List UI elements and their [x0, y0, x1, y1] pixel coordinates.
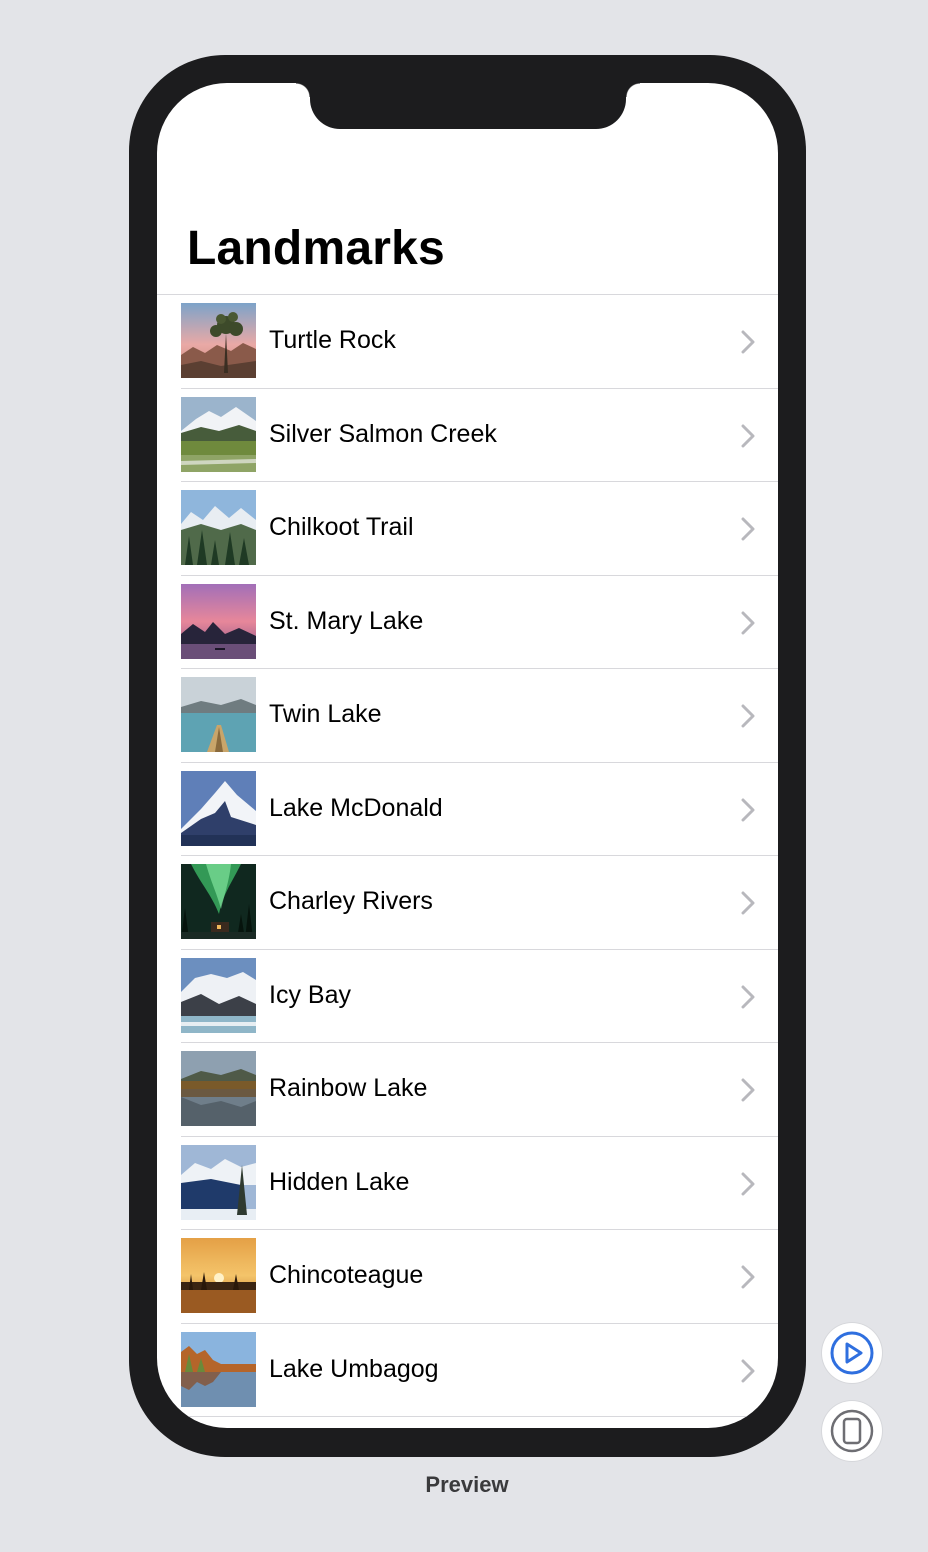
landmark-row-silver-salmon-creek[interactable]: Silver Salmon Creek [157, 389, 778, 483]
landmark-row-twin-lake[interactable]: Twin Lake [157, 669, 778, 763]
landmark-thumbnail [181, 770, 256, 846]
landmark-list: Turtle Rock Silver Salmon Creek Chilkoot… [157, 294, 778, 1417]
chevron-right-icon [741, 424, 755, 447]
preview-label: Preview [425, 1472, 509, 1497]
play-circle-icon [830, 1331, 874, 1375]
landmark-name: Chilkoot Trail [269, 513, 414, 541]
chevron-right-icon [741, 798, 755, 821]
landmark-row-hidden-lake[interactable]: Hidden Lake [157, 1137, 778, 1231]
preview-canvas: Landmarks Turtle Rock Silver Salmon Cree… [0, 0, 928, 1552]
landmark-row-rainbow-lake[interactable]: Rainbow Lake [157, 1043, 778, 1137]
landmark-thumbnail [181, 303, 256, 378]
landmark-name: Charley Rivers [269, 887, 433, 915]
landmark-row-turtle-rock[interactable]: Turtle Rock [157, 295, 778, 389]
chevron-right-icon [741, 517, 755, 541]
landmark-thumbnail [181, 1051, 256, 1126]
landmark-name: Twin Lake [269, 700, 382, 728]
landmark-thumbnail [181, 864, 256, 939]
landmark-name: Turtle Rock [269, 326, 396, 354]
chevron-right-icon [741, 611, 755, 634]
navigation-title: Landmarks [187, 222, 445, 275]
landmark-name: Chincoteague [269, 1261, 424, 1289]
landmark-name: Lake McDonald [269, 793, 443, 822]
chevron-right-icon [741, 1078, 755, 1102]
iphone-device-frame: Landmarks Turtle Rock Silver Salmon Cree… [129, 55, 806, 1457]
iphone-icon [830, 1409, 874, 1453]
landmark-name: Lake Umbagog [269, 1354, 439, 1383]
landmark-thumbnail [181, 957, 256, 1033]
landmark-thumbnail [181, 1144, 256, 1220]
device-settings-button[interactable] [822, 1401, 882, 1461]
landmark-row-icy-bay[interactable]: Icy Bay [157, 950, 778, 1044]
chevron-right-icon [741, 891, 755, 915]
landmark-name: Icy Bay [269, 980, 351, 1009]
landmark-name: St. Mary Lake [269, 606, 424, 635]
landmark-name: Hidden Lake [269, 1167, 410, 1196]
chevron-right-icon [741, 1265, 755, 1289]
device-screen: Landmarks Turtle Rock Silver Salmon Cree… [157, 83, 778, 1428]
landmark-thumbnail [181, 1238, 256, 1313]
landmark-row-chincoteague[interactable]: Chincoteague [157, 1230, 778, 1324]
chevron-right-icon [741, 1359, 755, 1382]
landmark-thumbnail [181, 583, 256, 659]
chevron-right-icon [741, 330, 755, 354]
chevron-right-icon [741, 1172, 755, 1195]
landmark-thumbnail [181, 677, 256, 752]
landmark-thumbnail [181, 1331, 256, 1407]
landmark-row-st-mary-lake[interactable]: St. Mary Lake [157, 576, 778, 670]
chevron-right-icon [741, 985, 755, 1008]
landmark-name: Silver Salmon Creek [269, 419, 497, 448]
landmark-row-chilkoot-trail[interactable]: Chilkoot Trail [157, 482, 778, 576]
landmark-name: Rainbow Lake [269, 1074, 428, 1102]
chevron-right-icon [741, 704, 755, 728]
landmark-row-charley-rivers[interactable]: Charley Rivers [157, 856, 778, 950]
landmark-row-lake-umbagog[interactable]: Lake Umbagog [157, 1324, 778, 1418]
landmark-thumbnail [181, 396, 256, 472]
landmark-thumbnail [181, 490, 256, 565]
landmark-row-lake-mcdonald[interactable]: Lake McDonald [157, 763, 778, 857]
live-preview-button[interactable] [822, 1323, 882, 1383]
device-notch [296, 83, 640, 129]
